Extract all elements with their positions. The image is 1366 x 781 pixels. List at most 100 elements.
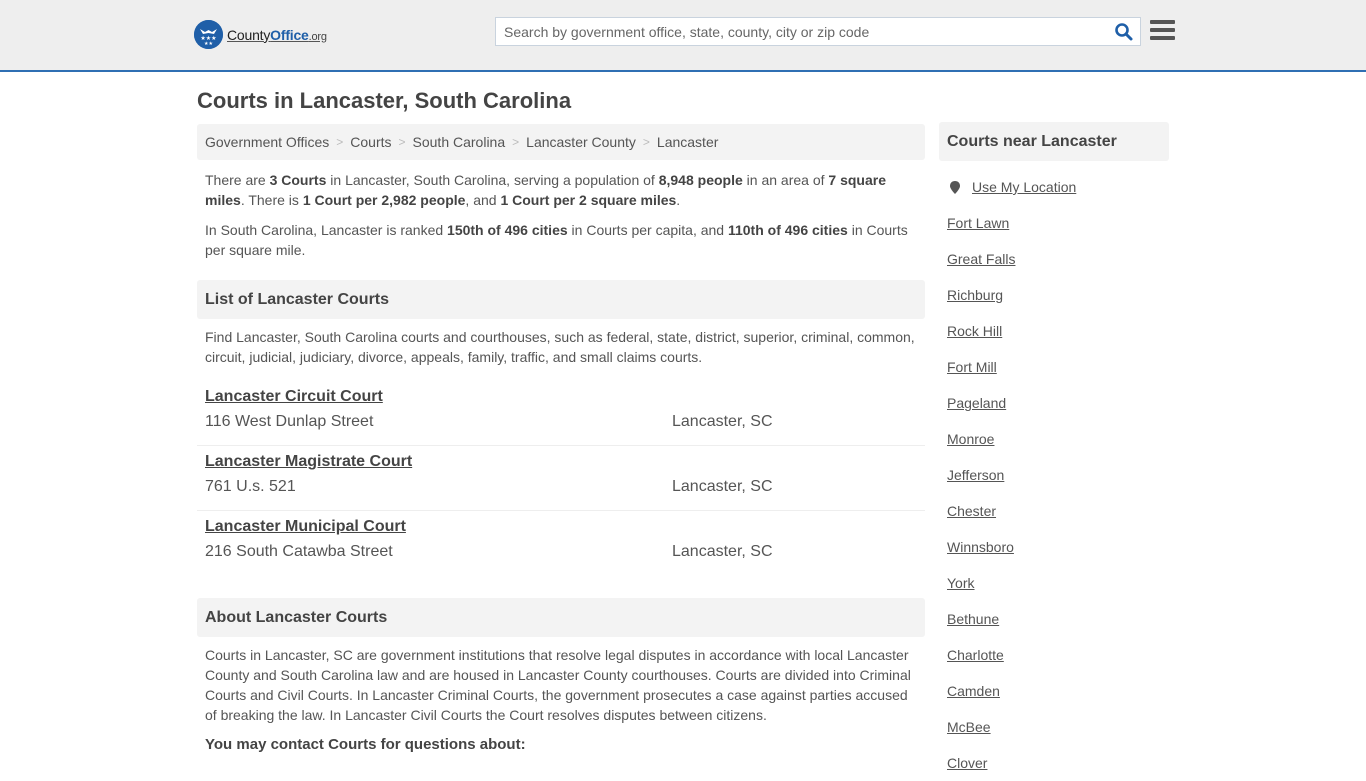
summary-text: , and [465, 192, 501, 208]
breadcrumb-government-offices[interactable]: Government Offices [205, 134, 329, 150]
court-list-item: Lancaster Municipal Court 216 South Cata… [197, 511, 925, 576]
courts-per-people: 1 Court per 2,982 people [302, 192, 466, 208]
sidebar-item-charlotte: Charlotte [947, 637, 1169, 673]
court-address: 761 U.s. 521 [205, 478, 296, 495]
nearby-city-link[interactable]: Camden [947, 683, 1000, 699]
use-location-item: Use My Location [947, 169, 1169, 205]
court-name-link[interactable]: Lancaster Magistrate Court [205, 453, 412, 471]
nearby-city-link[interactable]: Richburg [947, 287, 1003, 303]
court-list-item: Lancaster Circuit Court 116 West Dunlap … [197, 381, 925, 446]
breadcrumb-separator-icon: > [512, 135, 520, 149]
sidebar-item-bethune: Bethune [947, 601, 1169, 637]
sidebar-item-fort-lawn: Fort Lawn [947, 205, 1169, 241]
logo-wordmark: CountyOffice.org [227, 27, 327, 43]
summary-text: . [676, 192, 681, 208]
breadcrumb-south-carolina[interactable]: South Carolina [413, 134, 506, 150]
search-button[interactable] [1114, 22, 1134, 42]
summary-text: in Lancaster, South Carolina, serving a … [326, 172, 659, 188]
breadcrumb-lancaster-county[interactable]: Lancaster County [526, 134, 636, 150]
sidebar-item-clover: Clover [947, 745, 1169, 781]
nearby-city-link[interactable]: Monroe [947, 431, 994, 447]
search-bar [495, 17, 1141, 46]
list-section-heading: List of Lancaster Courts [197, 280, 925, 319]
court-address: 216 South Catawba Street [205, 543, 393, 560]
sidebar-item-york: York [947, 565, 1169, 601]
about-section-heading: About Lancaster Courts [197, 598, 925, 637]
summary-text: . There is [240, 192, 303, 208]
logo-text-tld: .org [308, 30, 327, 43]
eagle-stars-logo-icon: ★★★ ★★ [194, 20, 223, 49]
nearby-city-link[interactable]: Rock Hill [947, 323, 1002, 339]
breadcrumb-separator-icon: > [336, 135, 344, 149]
breadcrumb-courts[interactable]: Courts [350, 134, 391, 150]
sidebar-item-jefferson: Jefferson [947, 457, 1169, 493]
courts-per-area: 1 Court per 2 square miles [500, 192, 677, 208]
summary-text: There are [205, 172, 270, 188]
menu-bar-icon [1150, 36, 1175, 40]
sidebar-item-pageland: Pageland [947, 385, 1169, 421]
nearby-city-link[interactable]: Jefferson [947, 467, 1004, 483]
breadcrumb-lancaster[interactable]: Lancaster [657, 134, 718, 150]
nearby-city-link[interactable]: Winnsboro [947, 539, 1014, 555]
nearby-cities-list: Use My Location Fort Lawn Great Falls Ri… [939, 169, 1169, 781]
court-city: Lancaster, SC [672, 543, 773, 560]
site-header: ★★★ ★★ CountyOffice.org [0, 0, 1366, 72]
court-name-link[interactable]: Lancaster Circuit Court [205, 388, 383, 406]
search-icon [1115, 23, 1133, 41]
court-list-item: Lancaster Magistrate Court 761 U.s. 521 … [197, 446, 925, 511]
menu-bar-icon [1150, 28, 1175, 32]
main-content: Government Offices > Courts > South Caro… [197, 124, 925, 755]
population: 8,948 people [658, 172, 743, 188]
nearby-city-link[interactable]: Bethune [947, 611, 999, 627]
court-name-link[interactable]: Lancaster Municipal Court [205, 518, 406, 536]
use-my-location-link[interactable]: Use My Location [972, 179, 1076, 195]
nearby-city-link[interactable]: Fort Lawn [947, 215, 1009, 231]
page-title: Courts in Lancaster, South Carolina [197, 88, 572, 113]
court-city: Lancaster, SC [672, 413, 773, 430]
ranking-text: in Courts per capita, and [567, 222, 728, 238]
court-count: 3 Courts [269, 172, 327, 188]
summary-paragraph: There are 3 Courts in Lancaster, South C… [197, 170, 925, 210]
sidebar-item-chester: Chester [947, 493, 1169, 529]
sidebar-heading: Courts near Lancaster [939, 122, 1169, 161]
sidebar-item-great-falls: Great Falls [947, 241, 1169, 277]
breadcrumb-separator-icon: > [398, 135, 406, 149]
contact-heading: You may contact Courts for questions abo… [205, 736, 526, 753]
rank-per-capita: 150th of 496 cities [447, 222, 568, 238]
court-city: Lancaster, SC [672, 478, 773, 495]
logo-text-office: Office [270, 26, 309, 43]
court-list: Lancaster Circuit Court 116 West Dunlap … [197, 381, 925, 576]
nearby-city-link[interactable]: York [947, 575, 975, 591]
ranking-paragraph: In South Carolina, Lancaster is ranked 1… [197, 220, 925, 260]
list-section-description: Find Lancaster, South Carolina courts an… [205, 329, 915, 365]
breadcrumb: Government Offices > Courts > South Caro… [197, 124, 925, 160]
logo-text-county: County [227, 26, 271, 43]
menu-bar-icon [1150, 20, 1175, 24]
rank-per-area: 110th of 496 cities [727, 222, 848, 238]
sidebar-item-rock-hill: Rock Hill [947, 313, 1169, 349]
sidebar: Courts near Lancaster Use My Location Fo… [939, 122, 1169, 781]
search-input[interactable] [496, 18, 1096, 45]
nearby-city-link[interactable]: Clover [947, 755, 987, 771]
nearby-city-link[interactable]: Fort Mill [947, 359, 997, 375]
map-pin-icon [950, 180, 960, 194]
nearby-city-link[interactable]: Great Falls [947, 251, 1015, 267]
sidebar-item-winnsboro: Winnsboro [947, 529, 1169, 565]
sidebar-item-richburg: Richburg [947, 277, 1169, 313]
ranking-text: In South Carolina, Lancaster is ranked [205, 222, 448, 238]
sidebar-item-camden: Camden [947, 673, 1169, 709]
nearby-city-link[interactable]: McBee [947, 719, 991, 735]
nearby-city-link[interactable]: Pageland [947, 395, 1006, 411]
summary-text: in an area of [742, 172, 829, 188]
site-logo[interactable]: ★★★ ★★ CountyOffice.org [194, 20, 327, 49]
sidebar-item-mcbee: McBee [947, 709, 1169, 745]
sidebar-item-monroe: Monroe [947, 421, 1169, 457]
sidebar-item-fort-mill: Fort Mill [947, 349, 1169, 385]
nearby-city-link[interactable]: Charlotte [947, 647, 1004, 663]
court-address: 116 West Dunlap Street [205, 413, 374, 430]
nearby-city-link[interactable]: Chester [947, 503, 996, 519]
hamburger-menu-button[interactable] [1150, 20, 1175, 42]
breadcrumb-separator-icon: > [642, 135, 650, 149]
svg-text:★★: ★★ [204, 41, 213, 47]
about-section-text: Courts in Lancaster, SC are government i… [205, 647, 911, 723]
